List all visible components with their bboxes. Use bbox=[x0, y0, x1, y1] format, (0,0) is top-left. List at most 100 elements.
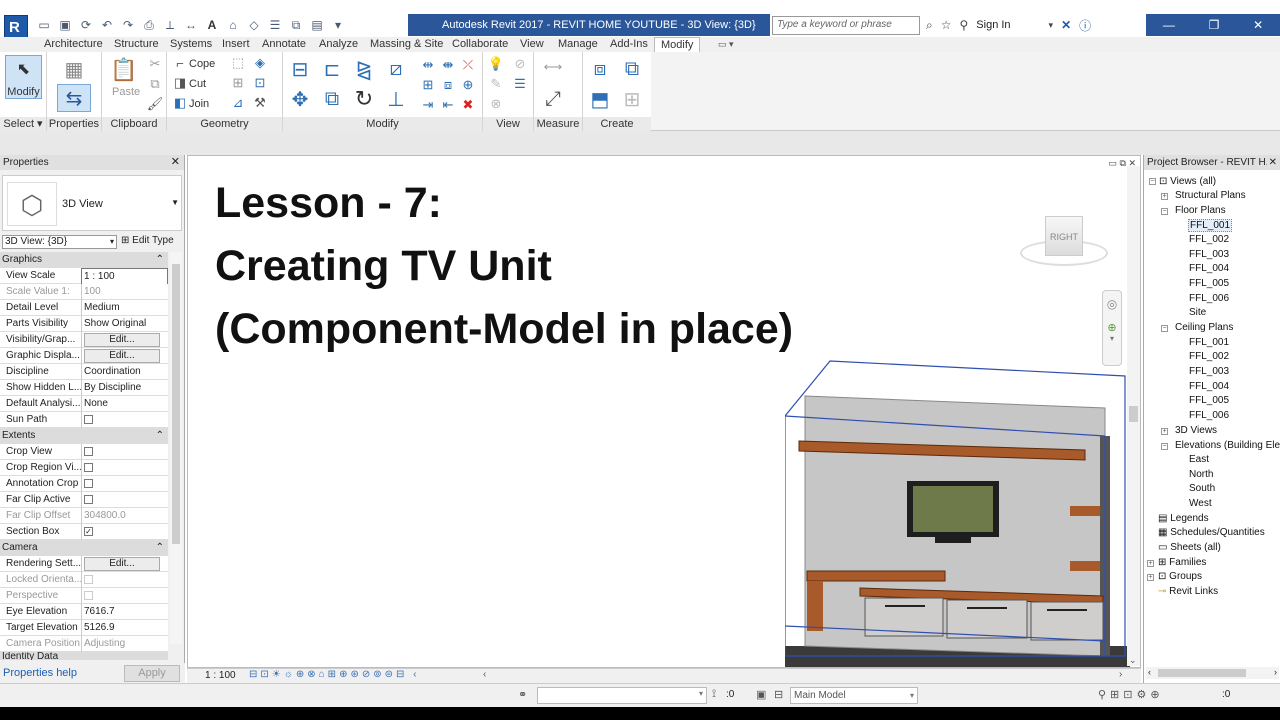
override-icon[interactable]: ⊘ bbox=[511, 55, 529, 73]
viewport-scrollbar[interactable]: ⌄ bbox=[1127, 166, 1140, 666]
tree-ceiling-ffl-003[interactable]: FFL_003 bbox=[1189, 366, 1229, 377]
type-properties-icon[interactable]: ▦ bbox=[57, 56, 91, 82]
collapse-toggle[interactable]: − bbox=[1161, 208, 1168, 215]
scale-icon[interactable]: ⧈ bbox=[439, 76, 457, 94]
crop-view-checkbox[interactable] bbox=[84, 446, 93, 456]
ribbon-toggle-icon[interactable]: ▭ ▾ bbox=[718, 37, 734, 52]
extend-icon[interactable]: ⇤ bbox=[439, 96, 457, 114]
pin-icon[interactable]: ⊕ bbox=[459, 76, 477, 94]
scroll-thumb[interactable] bbox=[1158, 669, 1246, 677]
tree-groups[interactable]: ⊡ Groups bbox=[1158, 571, 1202, 582]
tree-ceiling-ffl-004[interactable]: FFL_004 bbox=[1189, 381, 1229, 392]
tab-collaborate[interactable]: Collaborate bbox=[452, 37, 508, 52]
collapse-icon[interactable]: ⌃ bbox=[156, 540, 164, 556]
tab-systems[interactable]: Systems bbox=[170, 37, 212, 52]
match-properties-icon[interactable]: 🖌 bbox=[146, 95, 164, 113]
mirror-line-icon[interactable]: ⧄ bbox=[383, 56, 409, 82]
join-label[interactable]: Join bbox=[189, 98, 209, 110]
hide-icon[interactable]: ⊗ bbox=[487, 95, 505, 113]
create-group-icon[interactable]: ⬒ bbox=[587, 86, 613, 112]
zoom-icon[interactable]: ⊕ bbox=[1103, 321, 1121, 334]
copy-icon[interactable]: ⧉ bbox=[146, 75, 164, 93]
workset-dropdown[interactable]: ▾ bbox=[537, 687, 707, 704]
trim-extend-icon[interactable]: ⇥ bbox=[419, 96, 437, 114]
tree-schedules[interactable]: ▦ Schedules/Quantities bbox=[1158, 527, 1265, 538]
lightbulb-icon[interactable]: 💡 bbox=[487, 55, 505, 73]
tree-elevations[interactable]: Elevations (Building Ele bbox=[1175, 440, 1280, 451]
save-icon[interactable]: ▣ bbox=[57, 17, 73, 33]
cut-clip-icon[interactable]: ✂ bbox=[146, 55, 164, 73]
demolish-icon[interactable]: ⊡ bbox=[251, 74, 269, 92]
close-icon[interactable]: ✕ bbox=[1253, 18, 1263, 32]
print-icon[interactable]: ⎙ bbox=[141, 17, 157, 33]
hammer-icon[interactable]: ⚒ bbox=[251, 94, 269, 112]
properties-icon[interactable]: ⇆ bbox=[57, 84, 91, 112]
properties-help-link[interactable]: Properties help bbox=[3, 667, 77, 679]
status-icons[interactable]: ⚲⊞⊡⚙⊕ bbox=[1098, 688, 1164, 701]
tree-views-all[interactable]: ⊡ Views (all) bbox=[1159, 176, 1216, 187]
tab-manage[interactable]: Manage bbox=[558, 37, 598, 52]
tab-insert[interactable]: Insert bbox=[222, 37, 250, 52]
section-extents[interactable]: Extents ⌃ bbox=[0, 428, 168, 444]
chevron-down-icon[interactable]: ▾ bbox=[330, 17, 346, 33]
tree-3d-views[interactable]: 3D Views bbox=[1175, 425, 1217, 436]
annotation-crop-checkbox[interactable] bbox=[84, 478, 93, 488]
binoculars-icon[interactable]: ⌕ bbox=[926, 18, 933, 33]
close-icon[interactable]: ✕ bbox=[1266, 155, 1277, 170]
dimension-icon[interactable]: ↔ bbox=[183, 17, 199, 33]
paint-icon[interactable]: ◈ bbox=[251, 54, 269, 72]
tree-west[interactable]: West bbox=[1189, 498, 1212, 509]
sync-icon[interactable]: ⟳ bbox=[78, 17, 94, 33]
mirror-axis-icon[interactable]: ⧎ bbox=[351, 56, 377, 82]
collapse-toggle[interactable]: − bbox=[1149, 178, 1156, 185]
scroll-left-icon[interactable]: ‹ bbox=[1148, 667, 1151, 677]
tab-structure[interactable]: Structure bbox=[114, 37, 159, 52]
expand-toggle[interactable]: + bbox=[1161, 428, 1168, 435]
properties-scrollbar[interactable] bbox=[170, 252, 182, 644]
tree-ffl-005[interactable]: FFL_005 bbox=[1189, 278, 1229, 289]
switch-windows-icon[interactable]: ▤ bbox=[309, 17, 325, 33]
filter-icon[interactable]: ⟟ bbox=[712, 688, 716, 701]
type-selector[interactable]: ⬡ 3D View ▼ bbox=[2, 175, 182, 231]
view-control-icons[interactable]: ⊟⊡☀☼⊕⊗⌂⊞⊕⊛⊘⊚⊜⊟ ‹ bbox=[249, 669, 419, 680]
scroll-right-icon[interactable]: › bbox=[1119, 669, 1122, 680]
move-icon[interactable]: ✥ bbox=[287, 86, 313, 112]
restore-icon[interactable]: ⧉ bbox=[1120, 158, 1126, 168]
project-browser-hscrollbar[interactable]: ‹ › bbox=[1146, 667, 1279, 679]
user-icon[interactable]: ⚲ bbox=[960, 18, 969, 32]
instance-selector[interactable]: 3D View: {3D} ▾ bbox=[2, 235, 117, 249]
sign-in-link[interactable]: Sign In bbox=[976, 19, 1010, 31]
tree-legends[interactable]: ▤ Legends bbox=[1158, 513, 1209, 524]
tab-view[interactable]: View bbox=[520, 37, 544, 52]
tab-massing-site[interactable]: Massing & Site bbox=[370, 37, 443, 52]
thin-lines-icon[interactable]: ☰ bbox=[267, 17, 283, 33]
create-parts-icon[interactable]: ⧉ bbox=[619, 56, 645, 82]
collapse-toggle[interactable]: − bbox=[1161, 325, 1168, 332]
tree-sheets[interactable]: ▭ Sheets (all) bbox=[1158, 542, 1221, 553]
tree-south[interactable]: South bbox=[1189, 483, 1215, 494]
star-icon[interactable]: ☆ bbox=[941, 18, 952, 32]
far-clip-checkbox[interactable] bbox=[84, 494, 93, 504]
linework-icon[interactable]: ✎ bbox=[487, 75, 505, 93]
apply-button[interactable]: Apply bbox=[124, 665, 180, 682]
undo-icon[interactable]: ↶ bbox=[99, 17, 115, 33]
scroll-thumb[interactable] bbox=[172, 264, 180, 544]
split-gap-icon[interactable]: ⇼ bbox=[439, 56, 457, 74]
open-icon[interactable]: ▭ bbox=[36, 17, 52, 33]
3d-viewport[interactable]: Lesson - 7: Creating TV Unit (Component-… bbox=[187, 155, 1141, 668]
view-scale[interactable]: 1 : 100 bbox=[205, 670, 236, 681]
tree-ffl-004[interactable]: FFL_004 bbox=[1189, 263, 1229, 274]
copy-element-icon[interactable]: ⧉ bbox=[319, 86, 345, 112]
expand-toggle[interactable]: + bbox=[1161, 193, 1168, 200]
cut-geometry-icon[interactable]: ◨ bbox=[171, 74, 189, 92]
chevron-down-icon[interactable]: ⌄ bbox=[1129, 655, 1137, 666]
tree-structural-plans[interactable]: Structural Plans bbox=[1175, 190, 1246, 201]
collapse-icon[interactable]: ⌃ bbox=[156, 428, 164, 444]
scroll-left-icon[interactable]: ‹ bbox=[483, 669, 486, 680]
3d-view-icon[interactable]: ⌂ bbox=[225, 17, 241, 33]
design-options-icon[interactable]: ▣ bbox=[756, 688, 766, 701]
maximize-icon[interactable]: ❐ bbox=[1209, 18, 1220, 32]
search-input[interactable]: Type a keyword or phrase bbox=[772, 16, 920, 35]
tree-ffl-001[interactable]: FFL_001 bbox=[1188, 219, 1233, 232]
steering-wheel-icon[interactable]: ◎ bbox=[1103, 297, 1121, 311]
